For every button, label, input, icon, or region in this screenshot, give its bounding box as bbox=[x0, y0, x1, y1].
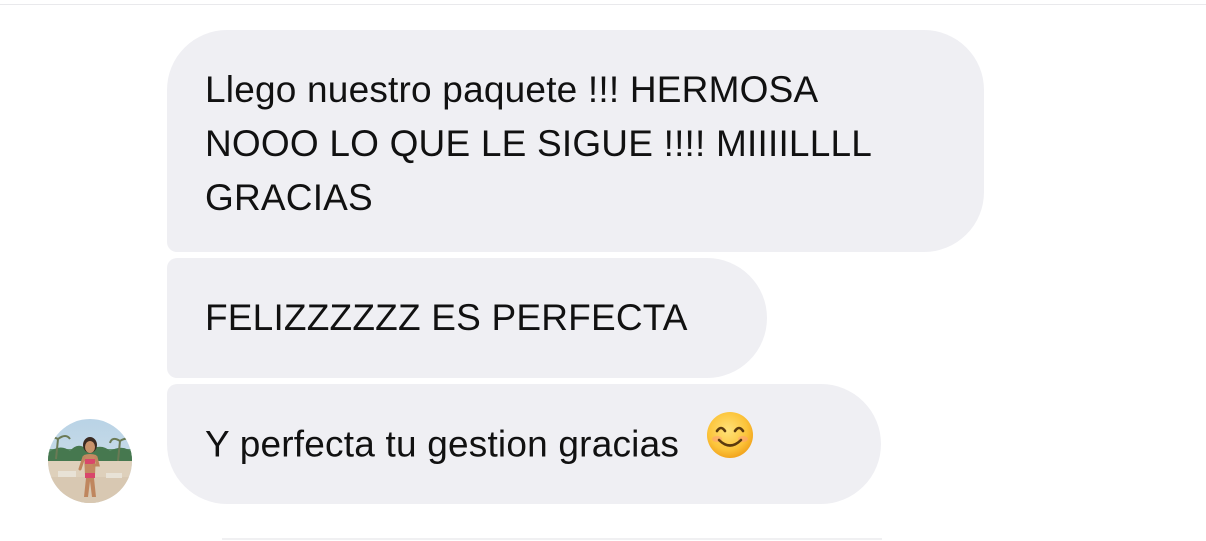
sender-avatar[interactable] bbox=[48, 419, 132, 503]
message-bubble-3[interactable]: Y perfecta tu gestion gracias bbox=[167, 384, 881, 504]
chat-screen: Llego nuestro paquete !!! HERMOSA NOOO L… bbox=[0, 0, 1206, 541]
smiling-face-icon bbox=[705, 410, 755, 475]
message-text-1: Llego nuestro paquete !!! HERMOSA NOOO L… bbox=[205, 69, 873, 218]
top-divider bbox=[0, 4, 1206, 5]
bottom-divider bbox=[222, 538, 882, 540]
message-text-3: Y perfecta tu gestion gracias bbox=[205, 423, 680, 465]
message-bubble-2[interactable]: FELIZZZZZZ ES PERFECTA bbox=[167, 258, 767, 378]
message-text-2: FELIZZZZZZ ES PERFECTA bbox=[205, 297, 688, 338]
message-bubble-1[interactable]: Llego nuestro paquete !!! HERMOSA NOOO L… bbox=[167, 30, 984, 252]
